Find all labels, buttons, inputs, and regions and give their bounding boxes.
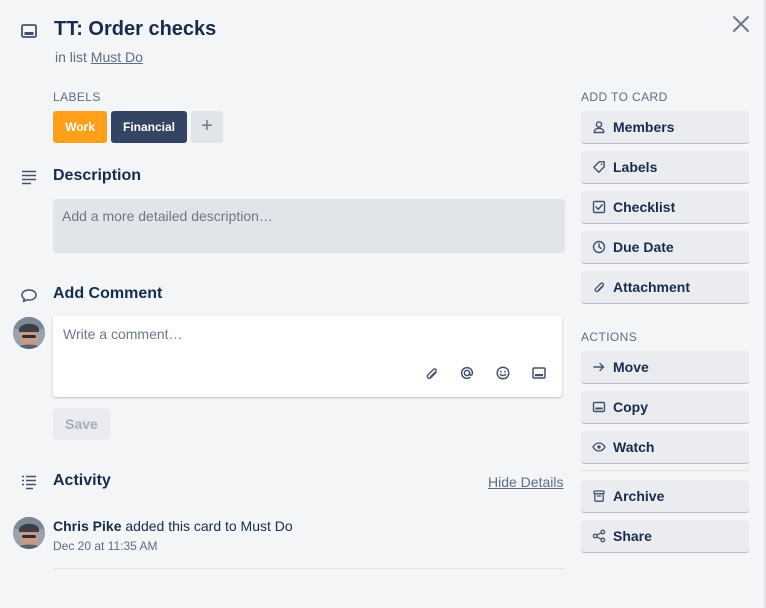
label-work[interactable]: Work [53,111,107,143]
checklist-icon [592,200,606,214]
clock-icon [592,240,606,254]
attachment-icon[interactable] [423,365,439,381]
add-comment-heading: Add Comment [53,285,163,302]
add-to-card-heading: ADD TO CARD [581,90,668,104]
archive-icon [593,490,605,502]
activity-action: added this card to Must Do [125,518,293,534]
user-avatar-image [13,317,45,349]
comment-composer [53,316,562,397]
members-button[interactable]: Members [581,111,749,143]
hide-details-link[interactable]: Hide Details [488,474,563,490]
copy-label: Copy [613,399,648,415]
label-tag-icon [593,161,605,173]
eye-icon [592,442,606,452]
checklist-button[interactable]: Checklist [581,191,749,223]
close-icon [733,16,749,32]
member-icon [593,121,605,134]
paperclip-icon [594,282,604,293]
mention-icon[interactable] [459,365,475,381]
avatar[interactable] [13,517,45,549]
comment-icon [21,289,37,303]
watch-button[interactable]: Watch [581,431,749,463]
labels-label: Labels [613,159,658,175]
checklist-label: Checklist [613,199,676,215]
card-icon [21,24,37,38]
copy-button[interactable]: Copy [581,391,749,423]
attachment-label: Attachment [613,279,691,295]
add-label-button[interactable]: + [191,111,223,143]
archive-label: Archive [613,488,665,504]
activity-date[interactable]: Dec 20 at 11:35 AM [53,539,158,553]
description-input[interactable]: Add a more detailed description… [53,199,565,253]
label-financial[interactable]: Financial [111,111,187,143]
activity-user[interactable]: Chris Pike [53,518,121,534]
attachment-button[interactable]: Attachment [581,271,749,303]
move-label: Move [613,359,649,375]
card-title[interactable]: TT: Order checks [54,18,216,41]
actions-heading: ACTIONS [581,330,638,344]
list-reference: in list Must Do [55,49,143,65]
save-button[interactable]: Save [53,408,110,440]
description-heading: Description [53,167,142,184]
share-button[interactable]: Share [581,520,749,552]
activity-icon [22,475,36,490]
close-button[interactable] [730,13,752,35]
avatar[interactable] [13,317,45,349]
arrow-right-icon [593,362,605,372]
card-detail-window: TT: Order checks in list Must Do LABELS … [0,0,766,608]
list-link[interactable]: Must Do [91,49,143,65]
description-icon [22,170,36,185]
move-button[interactable]: Move [581,351,749,383]
archive-button[interactable]: Archive [581,480,749,512]
members-label: Members [613,119,675,135]
card-icon[interactable] [531,365,547,381]
share-icon [592,529,606,543]
labels-button[interactable]: Labels [581,151,749,183]
activity-entry: Chris Pike added this card to Must Do [53,518,293,534]
due-date-button[interactable]: Due Date [581,231,749,263]
activity-heading: Activity [53,472,111,489]
comment-input[interactable] [63,326,543,356]
due-date-label: Due Date [613,239,674,255]
user-avatar-image [13,517,45,549]
sidebar-divider [581,470,749,471]
watch-label: Watch [613,439,655,455]
labels-heading: LABELS [53,90,101,104]
share-label: Share [613,528,652,544]
activity-divider [53,568,565,569]
copy-card-icon [592,401,606,413]
emoji-icon[interactable] [495,365,511,381]
in-list-prefix: in list [55,49,87,65]
